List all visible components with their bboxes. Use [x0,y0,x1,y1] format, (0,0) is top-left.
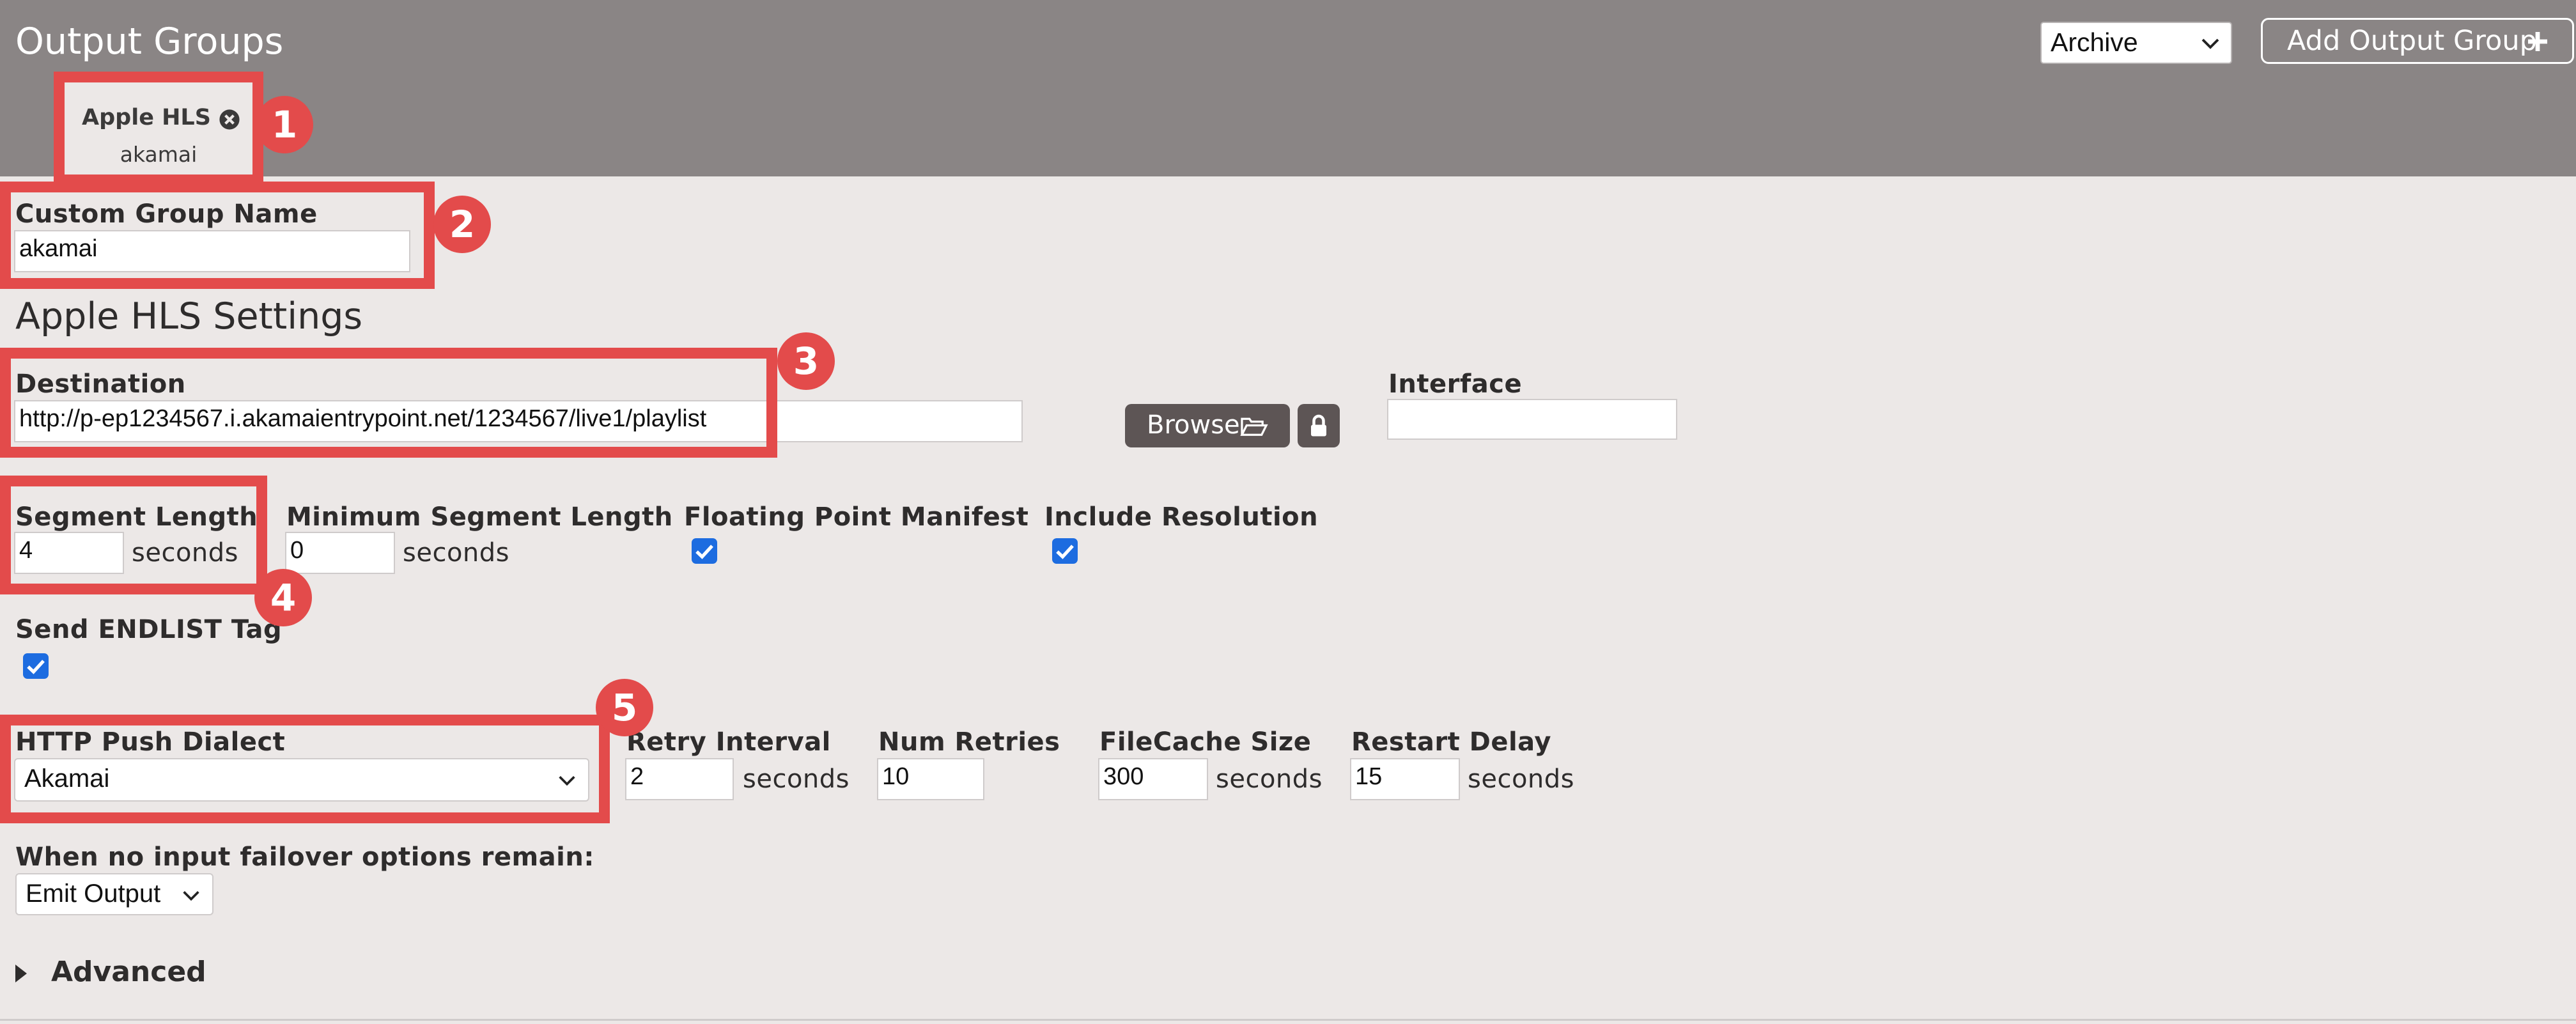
interface-label: Interface [1388,369,1523,399]
callout-box-3 [0,348,777,458]
browse-button[interactable]: Browse [1125,404,1290,447]
filecache-size-unit: seconds [1216,764,1323,794]
retry-interval-input[interactable]: 2 [625,758,734,800]
retry-interval-label: Retry Interval [626,727,831,757]
folder-open-icon [1240,417,1268,436]
chevron-down-icon [183,891,199,901]
divider [0,1019,2576,1021]
callout-badge-5: 5 [596,679,653,736]
send-endlist-tag-label: Send ENDLIST Tag [15,615,283,644]
add-output-group-label: Add Output Group [2287,25,2537,57]
retry-interval-unit: seconds [743,764,850,794]
interface-input[interactable] [1387,399,1677,440]
callout-box-2 [0,182,435,289]
num-retries-label: Num Retries [878,727,1060,757]
archive-select-value: Archive [2051,27,2138,57]
send-endlist-tag-checkbox[interactable] [23,653,49,679]
chevron-down-icon [2201,38,2219,49]
include-resolution-checkbox[interactable] [1052,538,1078,564]
restart-delay-unit: seconds [1468,764,1574,794]
failover-value: Emit Output [26,880,161,908]
section-title: Apple HLS Settings [15,295,363,337]
filecache-size-input[interactable]: 300 [1098,758,1208,800]
filecache-size-label: FileCache Size [1099,727,1312,757]
check-icon [27,660,45,674]
callout-box-4 [0,476,267,594]
check-icon [1056,545,1074,559]
add-output-group-button[interactable]: Add Output Group [2261,18,2574,64]
failover-label: When no input failover options remain: [15,842,594,872]
include-resolution-label: Include Resolution [1044,502,1319,532]
min-segment-length-input[interactable]: 0 [285,532,395,574]
restart-delay-label: Restart Delay [1351,727,1552,757]
page-title: Output Groups [15,20,284,63]
callout-badge-3: 3 [777,332,835,390]
min-segment-length-label: Minimum Segment Length [286,502,673,532]
caret-right-icon [15,965,27,982]
restart-delay-input[interactable]: 15 [1350,758,1460,800]
callout-badge-2: 2 [433,196,491,253]
floating-point-manifest-checkbox[interactable] [692,538,717,564]
callout-badge-4: 4 [254,569,312,626]
check-icon [695,545,713,559]
archive-select[interactable]: Archive [2040,22,2232,64]
num-retries-input[interactable]: 10 [877,758,984,800]
browse-label: Browse [1147,410,1240,440]
callout-box-1 [54,72,263,185]
lock-icon [1311,414,1326,437]
floating-point-manifest-label: Floating Point Manifest [684,502,1029,532]
callout-box-5 [0,715,610,823]
advanced-label: Advanced [51,956,206,988]
lock-button[interactable] [1298,404,1340,447]
min-segment-length-unit: seconds [403,538,509,568]
plus-icon [2528,32,2547,51]
failover-select[interactable]: Emit Output [15,873,213,915]
callout-badge-1: 1 [256,96,313,153]
